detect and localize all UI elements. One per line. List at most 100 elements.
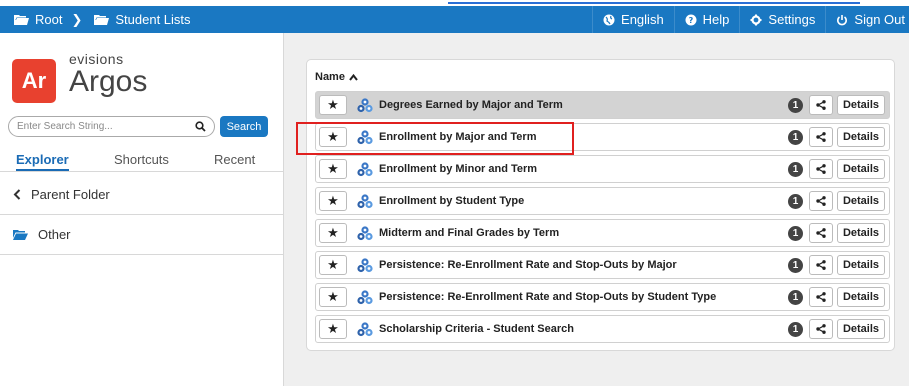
details-button[interactable]: Details [837, 255, 885, 275]
top-actions: English ? Help Settings Sign Out [592, 6, 909, 33]
report-name[interactable]: Degrees Earned by Major and Term [379, 99, 563, 111]
star-icon: ★ [327, 321, 339, 336]
help-label: Help [702, 12, 730, 27]
favorite-star-button[interactable]: ★ [319, 223, 347, 243]
report-count-badge: 1 [788, 129, 803, 145]
report-count-badge: 1 [788, 193, 803, 209]
report-count-badge: 1 [788, 161, 803, 177]
name-header-label: Name [315, 71, 345, 83]
language-button[interactable]: English [592, 6, 674, 33]
share-icon [816, 132, 826, 142]
details-button[interactable]: Details [837, 191, 885, 211]
report-name[interactable]: Scholarship Criteria - Student Search [379, 323, 574, 335]
report-row[interactable]: ★ Persistence: Re-Enrollment Rate and Sto… [315, 283, 890, 311]
settings-label: Settings [768, 12, 816, 27]
share-button[interactable] [809, 319, 833, 339]
search-button[interactable]: Search [220, 116, 268, 137]
sign-out-label: Sign Out [854, 12, 905, 27]
report-row[interactable]: ★ Enrollment by Student Type 1 Details [315, 187, 890, 215]
report-count-badge: 1 [788, 225, 803, 241]
row-actions: 1 Details [788, 287, 885, 307]
share-icon [816, 324, 826, 334]
share-icon [816, 260, 826, 270]
details-button[interactable]: Details [837, 95, 885, 115]
chevron-left-icon [13, 189, 21, 200]
dataform-icon [357, 225, 373, 241]
report-name[interactable]: Persistence: Re-Enrollment Rate and Stop… [379, 259, 677, 271]
folder-item-other[interactable]: Other [0, 215, 284, 255]
reports-list-panel: Name ★ Degrees Earned by Major and Term 1 D… [306, 59, 895, 351]
share-icon [816, 164, 826, 174]
report-name[interactable]: Enrollment by Student Type [379, 195, 524, 207]
search-input[interactable]: Enter Search String... [8, 116, 215, 137]
share-button[interactable] [809, 95, 833, 115]
share-button[interactable] [809, 287, 833, 307]
favorite-star-button[interactable]: ★ [319, 159, 347, 179]
logo-text: evisions Argos [69, 52, 147, 97]
details-button[interactable]: Details [837, 159, 885, 179]
search-row: Enter Search String... Search [8, 116, 268, 137]
sign-out-button[interactable]: Sign Out [825, 6, 909, 33]
dataform-icon [357, 257, 373, 273]
tab-explorer[interactable]: Explorer [16, 152, 69, 171]
dataform-icon [357, 161, 373, 177]
row-actions: 1 Details [788, 255, 885, 275]
top-navigation-bar: Root ❯ Student Lists English ? Help Sett… [0, 6, 909, 33]
breadcrumb-root[interactable]: Root [14, 12, 62, 27]
row-actions: 1 Details [788, 319, 885, 339]
report-row[interactable]: ★ Midterm and Final Grades by Term 1 Detail… [315, 219, 890, 247]
share-icon [816, 196, 826, 206]
report-row[interactable]: ★ Scholarship Criteria - Student Search 1 D… [315, 315, 890, 343]
report-count-badge: 1 [788, 289, 803, 305]
name-column-header[interactable]: Name [315, 71, 358, 83]
share-icon [816, 292, 826, 302]
sort-ascending-icon [349, 73, 358, 81]
report-row[interactable]: ★ Persistence: Re-Enrollment Rate and Sto… [315, 251, 890, 279]
share-icon [816, 228, 826, 238]
help-button[interactable]: ? Help [673, 6, 740, 33]
folder-icon [94, 14, 110, 25]
share-button[interactable] [809, 127, 833, 147]
star-icon: ★ [327, 225, 339, 240]
breadcrumb-student-lists[interactable]: Student Lists [94, 12, 191, 27]
row-actions: 1 Details [788, 191, 885, 211]
details-button[interactable]: Details [837, 287, 885, 307]
parent-folder-item[interactable]: Parent Folder [0, 175, 284, 215]
details-button[interactable]: Details [837, 223, 885, 243]
favorite-star-button[interactable]: ★ [319, 191, 347, 211]
share-button[interactable] [809, 159, 833, 179]
tab-shortcuts[interactable]: Shortcuts [114, 152, 169, 167]
favorite-star-button[interactable]: ★ [319, 287, 347, 307]
parent-folder-label: Parent Folder [31, 187, 110, 202]
tab-recent[interactable]: Recent [214, 152, 255, 167]
gear-icon [750, 14, 762, 26]
report-name[interactable]: Midterm and Final Grades by Term [379, 227, 559, 239]
share-button[interactable] [809, 255, 833, 275]
favorite-star-button[interactable]: ★ [319, 319, 347, 339]
report-name[interactable]: Enrollment by Minor and Term [379, 163, 537, 175]
sidebar: Ar evisions Argos Enter Search String...… [0, 33, 284, 386]
row-actions: 1 Details [788, 95, 885, 115]
svg-text:?: ? [688, 16, 693, 25]
dataform-icon [357, 289, 373, 305]
favorite-star-button[interactable]: ★ [319, 255, 347, 275]
breadcrumb: Root ❯ Student Lists [0, 12, 191, 28]
folder-icon [14, 14, 29, 25]
row-actions: 1 Details [788, 127, 885, 147]
favorite-star-button[interactable]: ★ [319, 95, 347, 115]
report-row[interactable]: ★ Degrees Earned by Major and Term 1 Detail… [315, 91, 890, 119]
report-name[interactable]: Persistence: Re-Enrollment Rate and Stop… [379, 291, 716, 303]
settings-button[interactable]: Settings [739, 6, 825, 33]
star-icon: ★ [327, 161, 339, 176]
details-button[interactable]: Details [837, 127, 885, 147]
star-icon: ★ [327, 289, 339, 304]
report-row[interactable]: ★ Enrollment by Minor and Term 1 Details [315, 155, 890, 183]
share-icon [816, 100, 826, 110]
report-count-badge: 1 [788, 97, 803, 113]
share-button[interactable] [809, 223, 833, 243]
folder-open-icon [13, 229, 28, 241]
details-button[interactable]: Details [837, 319, 885, 339]
breadcrumb-student-lists-label: Student Lists [115, 12, 191, 27]
search-placeholder: Enter Search String... [17, 121, 113, 132]
share-button[interactable] [809, 191, 833, 211]
